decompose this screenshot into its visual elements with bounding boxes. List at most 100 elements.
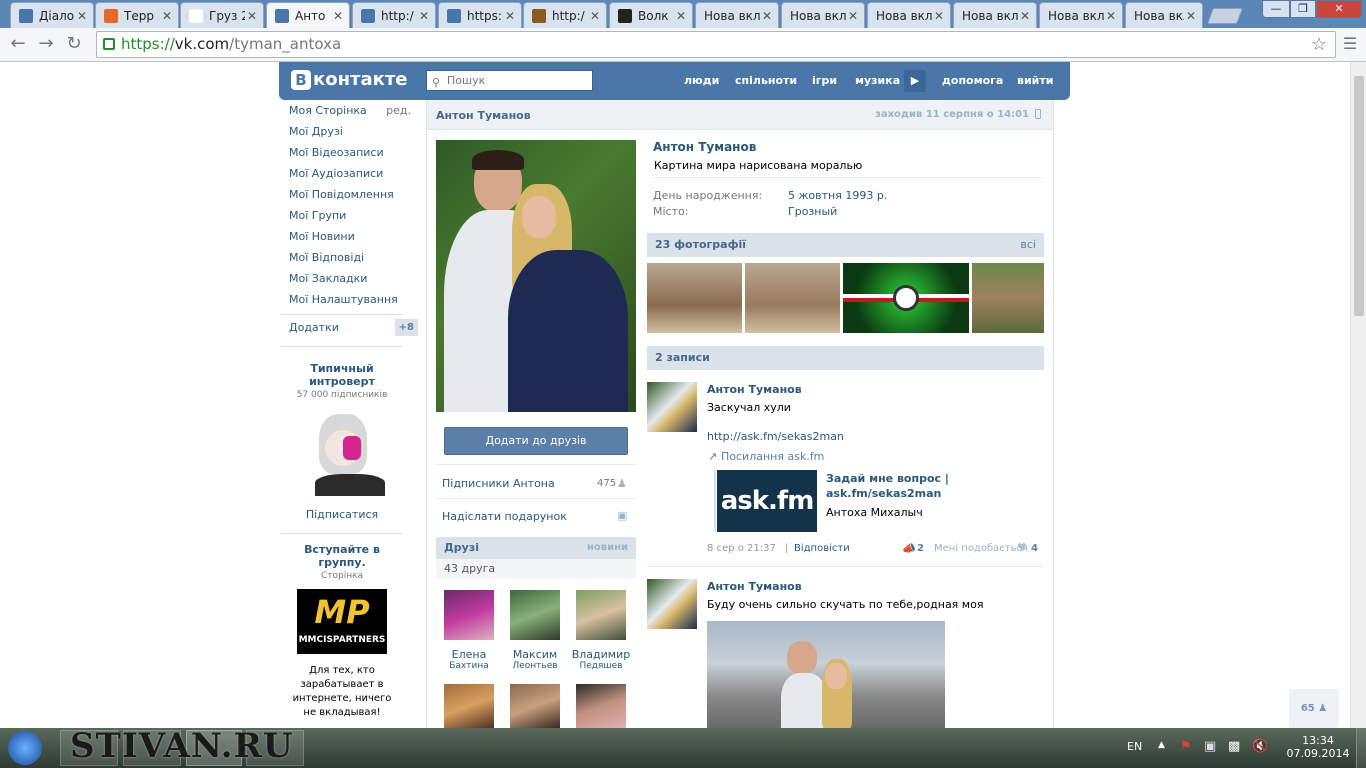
subscribe-link[interactable]: Підписатися xyxy=(282,508,402,521)
close-tab-icon[interactable]: ✕ xyxy=(588,9,602,23)
ad-title[interactable]: Типичный интроверт xyxy=(282,362,402,388)
askfm-logo[interactable]: ask.fm xyxy=(717,470,817,532)
new-tab-button[interactable] xyxy=(1207,8,1243,24)
add-friend-button[interactable]: Додати до друзів xyxy=(444,427,628,455)
menu-bookmarks[interactable]: Мої Закладки xyxy=(280,268,420,289)
profile-photo[interactable] xyxy=(436,140,636,412)
friend-avatar[interactable] xyxy=(510,684,560,728)
browser-tab[interactable]: Нова вкл✕ xyxy=(1039,2,1123,28)
ad-mmcis[interactable]: Вступайте в группу. Сторінка MP MMCISPAR… xyxy=(282,543,402,720)
friend-avatar[interactable] xyxy=(576,684,626,728)
browser-tab[interactable]: Нова вкл✕ xyxy=(1125,2,1203,28)
friend-avatar[interactable] xyxy=(510,590,560,640)
close-tab-icon[interactable]: ✕ xyxy=(417,9,431,23)
nav-communities[interactable]: спільноти xyxy=(735,74,797,87)
menu-groups[interactable]: Мої Групи xyxy=(280,205,420,226)
clock[interactable]: 13:34 07.09.2014 xyxy=(1286,734,1350,760)
close-tab-icon[interactable]: ✕ xyxy=(674,9,688,23)
close-tab-icon[interactable]: ✕ xyxy=(75,9,89,23)
browser-tab[interactable]: Терр ✕ xyxy=(95,2,179,28)
post-link[interactable]: http://ask.fm/sekas2man xyxy=(707,430,844,443)
reload-icon[interactable]: ↻ xyxy=(62,32,86,56)
ad-image[interactable] xyxy=(297,408,387,496)
friends-header[interactable]: Друзі новини xyxy=(436,537,636,559)
play-icon[interactable]: ▶ xyxy=(904,70,926,92)
maximize-button[interactable]: ❐ xyxy=(1290,0,1316,18)
ad-title[interactable]: Вступайте в группу. xyxy=(302,543,382,569)
friend-name[interactable]: Владимир Педяшев xyxy=(568,648,634,671)
browser-tab[interactable]: Нова вкл✕ xyxy=(867,2,951,28)
signal-icon[interactable]: ▩ xyxy=(1228,739,1240,754)
post-author[interactable]: Антон Туманов xyxy=(707,580,802,593)
device-icon[interactable]: ▣ xyxy=(1204,739,1216,754)
online-counter[interactable]: 65 ♟ xyxy=(1289,689,1339,728)
flag-icon[interactable]: ⚑ xyxy=(1180,739,1192,754)
ad-logo[interactable]: MP MMCISPARTNERS xyxy=(297,589,387,654)
menu-videos[interactable]: Мої Відеозаписи xyxy=(280,142,420,163)
browser-tab[interactable]: Анто ✕ xyxy=(266,2,350,29)
photo-thumb[interactable] xyxy=(647,263,742,333)
menu-apps[interactable]: Додатки +8 xyxy=(280,317,420,338)
browser-tab[interactable]: https: ✕ xyxy=(438,2,522,28)
reply-link[interactable]: Відповісти xyxy=(794,543,850,554)
heart-icon[interactable]: ♥ xyxy=(1017,541,1027,554)
tray-arrow-icon[interactable]: ▲ xyxy=(1158,740,1165,750)
star-icon[interactable]: ☆ xyxy=(1311,32,1327,57)
browser-tab[interactable]: Груз 2 ✕ xyxy=(180,2,264,28)
menu-settings[interactable]: Мої Налаштування xyxy=(280,289,420,310)
friend-name[interactable]: Максим Леонтьев xyxy=(502,648,568,671)
followers-link[interactable]: Підписники Антона xyxy=(442,477,555,490)
send-gift-link[interactable]: Надіслати подарунок xyxy=(442,510,567,523)
browser-tab[interactable]: Діало ✕ xyxy=(10,2,94,28)
close-tab-icon[interactable]: ✕ xyxy=(760,9,774,23)
start-button[interactable] xyxy=(8,731,42,765)
nav-people[interactable]: люди xyxy=(684,74,719,87)
show-desktop-button[interactable] xyxy=(1356,728,1366,768)
photos-all-link[interactable]: всі xyxy=(1020,233,1036,257)
language-indicator[interactable]: EN xyxy=(1127,740,1142,753)
nav-help[interactable]: допомога xyxy=(942,74,1003,87)
photos-header[interactable]: 23 фотографії всі xyxy=(647,233,1044,257)
close-tab-icon[interactable]: ✕ xyxy=(1184,9,1198,23)
browser-tab[interactable]: Нова вкл✕ xyxy=(695,2,779,28)
nav-games[interactable]: ігри xyxy=(812,74,837,87)
birthday-value[interactable]: 5 жовтня 1993 р. xyxy=(788,189,887,202)
like-label[interactable]: Мені подобається xyxy=(934,543,1028,554)
photo-thumb[interactable] xyxy=(745,263,840,333)
close-tab-icon[interactable]: ✕ xyxy=(331,9,345,23)
browser-tab[interactable]: http:/✕ xyxy=(523,2,607,28)
close-tab-icon[interactable]: ✕ xyxy=(932,9,946,23)
browser-tab[interactable]: Нова вкл✕ xyxy=(781,2,865,28)
post-date[interactable]: 8 сер о 21:37 xyxy=(707,543,776,554)
search-input[interactable]: ⚲ Пошук xyxy=(426,70,593,91)
address-bar[interactable]: https://vk.com/tyman_antoxa ☆ xyxy=(96,31,1336,58)
close-tab-icon[interactable]: ✕ xyxy=(1018,9,1032,23)
close-tab-icon[interactable]: ✕ xyxy=(245,9,259,23)
scrollbar-thumb[interactable] xyxy=(1354,76,1364,316)
photo-thumb[interactable] xyxy=(843,263,969,333)
friend-name[interactable]: Елена Бахтина xyxy=(436,648,502,671)
nav-music[interactable]: музика xyxy=(855,74,900,87)
back-icon[interactable]: ← xyxy=(6,32,30,56)
volume-icon[interactable]: 🔇 xyxy=(1252,739,1268,754)
ad-typical-introvert[interactable]: Типичный интроверт 57 000 підписників Пі… xyxy=(282,362,402,521)
close-window-button[interactable]: ✕ xyxy=(1316,0,1362,18)
city-value[interactable]: Грозный xyxy=(788,205,837,218)
post-photo[interactable] xyxy=(707,621,945,728)
menu-messages[interactable]: Мої Повідомлення xyxy=(280,184,420,205)
megaphone-icon[interactable]: 📣 xyxy=(902,542,916,555)
post-author-avatar[interactable] xyxy=(647,579,697,629)
browser-tab[interactable]: http:/✕ xyxy=(352,2,436,28)
browser-tab[interactable]: Волк ✕ xyxy=(609,2,693,28)
link-card-title[interactable]: Задай мне вопрос | ask.fm/sekas2man xyxy=(826,471,956,501)
friend-avatar[interactable] xyxy=(444,684,494,728)
post-author[interactable]: Антон Туманов xyxy=(707,383,802,396)
nav-logout[interactable]: вийти xyxy=(1017,74,1053,87)
forward-icon[interactable]: → xyxy=(34,32,58,56)
close-tab-icon[interactable]: ✕ xyxy=(160,9,174,23)
browser-tab[interactable]: Нова вкл✕ xyxy=(953,2,1037,28)
menu-news[interactable]: Мої Новини xyxy=(280,226,420,247)
close-tab-icon[interactable]: ✕ xyxy=(503,9,517,23)
menu-my-page[interactable]: Моя Сторінка ред. xyxy=(280,100,420,121)
menu-friends[interactable]: Мої Друзі xyxy=(280,121,420,142)
